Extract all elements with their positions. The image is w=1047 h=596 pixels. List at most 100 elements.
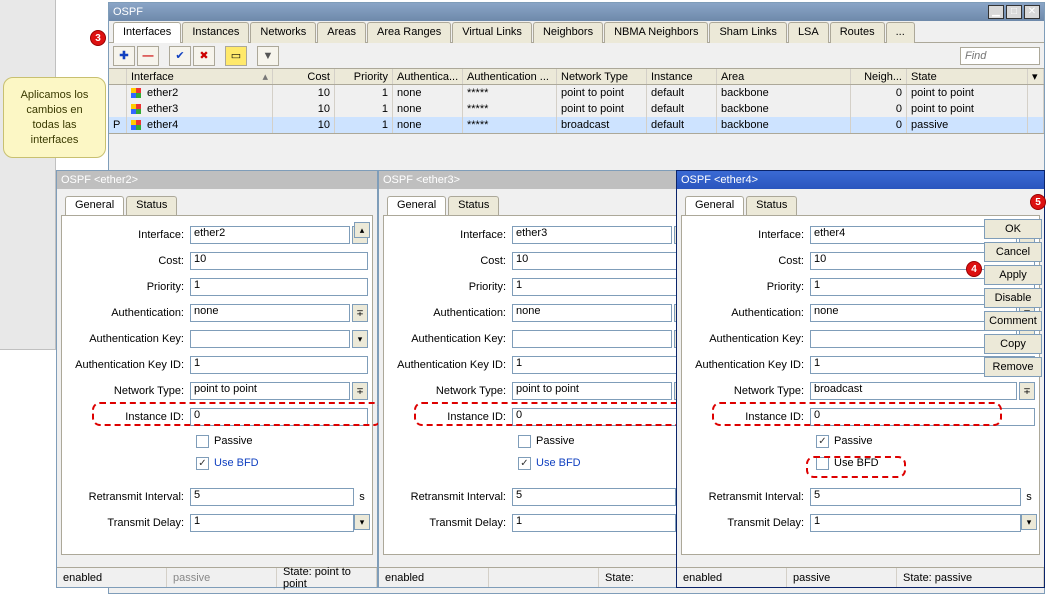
instid-label: Instance ID:	[66, 411, 190, 423]
disable-button[interactable]: ✖	[193, 46, 215, 66]
col-header[interactable]: Cost	[273, 69, 335, 84]
tab-status[interactable]: Status	[746, 196, 797, 216]
auth-input[interactable]: none	[512, 304, 672, 322]
dropdown-icon[interactable]: ∓	[352, 382, 368, 400]
enable-button[interactable]: ✔	[169, 46, 191, 66]
minimize-icon[interactable]: ▁	[988, 5, 1004, 19]
main-tab-neighbors[interactable]: Neighbors	[533, 22, 603, 43]
txd-label: Transmit Delay:	[686, 517, 810, 529]
tab-status[interactable]: Status	[448, 196, 499, 216]
ntype-input[interactable]: point to point	[512, 382, 672, 400]
passive-checkbox[interactable]	[518, 435, 531, 448]
table-row[interactable]: Pether4101none*****broadcastdefaultbackb…	[109, 117, 1044, 133]
close-icon[interactable]: ✕	[1024, 5, 1040, 19]
cost-input[interactable]: 10	[190, 252, 368, 270]
main-tab--[interactable]: ...	[886, 22, 915, 43]
instid-label: Instance ID:	[388, 411, 512, 423]
comment-button[interactable]: ▭	[225, 46, 247, 66]
main-tab-networks[interactable]: Networks	[250, 22, 316, 43]
instid-input[interactable]: 0	[190, 408, 368, 426]
interface-input[interactable]: ether3	[512, 226, 672, 244]
main-tab-nbma-neighbors[interactable]: NBMA Neighbors	[604, 22, 708, 43]
apply-button[interactable]: Apply	[984, 265, 1042, 285]
authkey-input[interactable]	[512, 330, 672, 348]
cancel-button[interactable]: Cancel	[984, 242, 1042, 262]
col-header[interactable]: Instance	[647, 69, 717, 84]
passive-checkbox[interactable]	[196, 435, 209, 448]
main-tab-areas[interactable]: Areas	[317, 22, 366, 43]
usebfd-label: Use BFD	[834, 457, 879, 469]
remove-button[interactable]: Remove	[984, 357, 1042, 377]
usebfd-checkbox-row: ✓ Use BFD	[196, 452, 368, 474]
tab-general[interactable]: General	[65, 196, 124, 216]
txd-input[interactable]: 1	[190, 514, 354, 532]
main-tab-interfaces[interactable]: Interfaces	[113, 22, 181, 43]
filter-button[interactable]: ▼	[257, 46, 279, 66]
authkey-input[interactable]	[190, 330, 350, 348]
auth-label: Authentication:	[686, 307, 810, 319]
instid-input[interactable]: 0	[810, 408, 1035, 426]
col-header[interactable]: Interface ▴	[127, 69, 273, 84]
find-input[interactable]	[960, 47, 1040, 65]
usebfd-checkbox[interactable]: ✓	[196, 457, 209, 470]
retx-input[interactable]: 5	[190, 488, 354, 506]
retx-input[interactable]: 5	[512, 488, 676, 506]
copy-button[interactable]: Copy	[984, 334, 1042, 354]
add-button[interactable]: ✚	[113, 46, 135, 66]
main-tab-lsa[interactable]: LSA	[788, 22, 829, 43]
disable-button[interactable]: Disable	[984, 288, 1042, 308]
interface-input[interactable]: ether2	[190, 226, 350, 244]
reveal-icon[interactable]: ▾	[352, 330, 368, 348]
ntype-input[interactable]: broadcast	[810, 382, 1017, 400]
comment-button[interactable]: Comment	[984, 311, 1042, 331]
priority-input[interactable]: 1	[512, 278, 690, 296]
auth-input[interactable]: none	[190, 304, 350, 322]
scroll-down-icon[interactable]: ▾	[354, 514, 370, 530]
main-tab-instances[interactable]: Instances	[182, 22, 249, 43]
column-menu-button[interactable]: ▾	[1028, 69, 1044, 84]
col-header[interactable]: Network Type	[557, 69, 647, 84]
field-row-authkid: Authentication Key ID: 1	[388, 352, 690, 378]
usebfd-checkbox[interactable]	[816, 457, 829, 470]
field-row-priority: Priority: 1	[66, 274, 368, 300]
scroll-down-icon[interactable]: ▾	[1021, 514, 1037, 530]
col-header[interactable]: Authentication ...	[463, 69, 557, 84]
cell: none	[393, 85, 463, 101]
main-tab-sham-links[interactable]: Sham Links	[709, 22, 786, 43]
dropdown-icon[interactable]: ∓	[352, 304, 368, 322]
usebfd-checkbox[interactable]: ✓	[518, 457, 531, 470]
table-row[interactable]: ether2101none*****point to pointdefaultb…	[109, 85, 1044, 101]
col-header[interactable]: Neigh...	[851, 69, 907, 84]
ntype-input[interactable]: point to point	[190, 382, 350, 400]
ok-button[interactable]: OK	[984, 219, 1042, 239]
dropdown-icon[interactable]: ∓	[1019, 382, 1035, 400]
authkid-input[interactable]: 1	[512, 356, 690, 374]
col-header[interactable]: Priority	[335, 69, 393, 84]
retx-input[interactable]: 5	[810, 488, 1021, 506]
priority-input[interactable]: 1	[190, 278, 368, 296]
main-tab-routes[interactable]: Routes	[830, 22, 885, 43]
passive-checkbox[interactable]: ✓	[816, 435, 829, 448]
col-header[interactable]: Authentica...	[393, 69, 463, 84]
col-header[interactable]: State	[907, 69, 1028, 84]
field-row-cost: Cost: 10	[388, 248, 690, 274]
maximize-icon[interactable]: □	[1006, 5, 1022, 19]
col-header[interactable]: Area	[717, 69, 851, 84]
txd-input[interactable]: 1	[810, 514, 1021, 532]
remove-button[interactable]: —	[137, 46, 159, 66]
table-row[interactable]: ether3101none*****point to pointdefaultb…	[109, 101, 1044, 117]
tab-status[interactable]: Status	[126, 196, 177, 216]
instid-input[interactable]: 0	[512, 408, 690, 426]
tab-general[interactable]: General	[685, 196, 744, 216]
col-header[interactable]	[109, 69, 127, 84]
dialog-titlebar: OSPF <ether3>	[379, 171, 699, 189]
ntype-label: Network Type:	[686, 385, 810, 397]
main-tab-area-ranges[interactable]: Area Ranges	[367, 22, 451, 43]
tab-general[interactable]: General	[387, 196, 446, 216]
cell: ether3	[127, 101, 273, 117]
scroll-up-icon[interactable]: ▴	[354, 222, 370, 238]
authkid-input[interactable]: 1	[190, 356, 368, 374]
txd-input[interactable]: 1	[512, 514, 676, 532]
main-tab-virtual-links[interactable]: Virtual Links	[452, 22, 532, 43]
cost-input[interactable]: 10	[512, 252, 690, 270]
